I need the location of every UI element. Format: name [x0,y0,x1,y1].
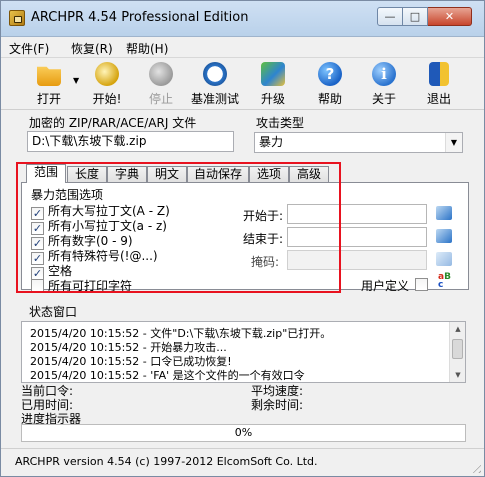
open-label: 打开 [36,92,61,106]
digits-label: 所有数字(0 - 9) [48,234,133,248]
app-lock-icon [9,10,25,26]
start-button[interactable]: 开始! [77,60,137,108]
space-label: 空格 [48,264,73,278]
upgrade-button[interactable]: 升级 [243,60,303,108]
version-text: ARCHPR version 4.54 (c) 1997-2012 ElcomS… [15,455,318,468]
option-uppercase[interactable]: ✓ 所有大写拉丁文(A - Z) [31,202,170,220]
exit-button[interactable]: 退出 [409,60,469,108]
log-line: 2015/4/20 10:15:52 - 'FA' 是这个文件的一个有效口令 [30,369,305,382]
exit-label: 退出 [426,92,451,106]
stopwatch-icon [203,62,227,86]
remaining-time-label: 剩余时间: [251,398,304,412]
end-at-picker-icon[interactable] [436,229,452,243]
resize-grip-icon[interactable] [469,461,481,473]
about-button[interactable]: i 关于 [354,60,414,108]
status-window-title: 状态窗口 [29,305,78,319]
app-window: ARCHPR 4.54 Professional Edition — □ ✕ 文… [0,0,485,477]
start-from-label: 开始于: [243,209,284,223]
attack-type-label: 攻击类型 [256,116,305,130]
close-button[interactable]: ✕ [428,7,472,26]
end-at-label: 结束于: [243,232,284,246]
chevron-down-icon: ▼ [445,133,462,152]
progress-bar: 0% [21,424,466,442]
uppercase-label: 所有大写拉丁文(A - Z) [48,204,170,218]
help-label: 帮助 [317,92,342,106]
stop-button[interactable]: 停止 [131,60,191,108]
mask-label: 掩码: [251,255,280,269]
start-from-picker-icon[interactable] [436,206,452,220]
menu-help[interactable]: 帮助(H) [126,40,168,57]
log-scrollbar[interactable]: ▲ ▼ [449,322,465,382]
status-log[interactable]: 2015/4/20 10:15:52 - 文件"D:\下载\东坡下载.zip"已… [21,321,466,383]
tab-advanced[interactable]: 高级 [289,166,329,183]
tab-range[interactable]: 范围 [26,164,66,183]
mask-picker-icon[interactable] [436,252,452,266]
menu-file[interactable]: 文件(F) [9,40,49,57]
tab-dictionary[interactable]: 字典 [107,166,147,183]
exit-door-icon [429,62,449,86]
tab-options[interactable]: 选项 [249,166,289,183]
option-printable[interactable]: 所有可打印字符 [31,277,133,293]
benchmark-button[interactable]: 基准测试 [185,60,245,108]
minimize-button[interactable]: — [377,7,403,26]
user-defined-label: 用户定义 [361,279,410,293]
special-label: 所有特殊符号(!@...) [48,249,158,263]
attack-type-value: 暴力 [259,135,284,149]
printable-label: 所有可打印字符 [48,279,133,293]
end-at-input[interactable] [287,227,427,247]
stop-label: 停止 [148,92,173,106]
option-lowercase[interactable]: ✓ 所有小写拉丁文(a - z) [31,217,167,235]
attack-type-select[interactable]: 暴力 ▼ [254,132,463,153]
option-special[interactable]: ✓ 所有特殊符号(!@...) [31,247,158,265]
scroll-thumb[interactable] [452,339,463,359]
start-label: 开始! [92,92,122,106]
scroll-down-icon[interactable]: ▼ [450,368,465,382]
user-defined-checkbox[interactable] [415,278,428,291]
tab-length[interactable]: 长度 [67,166,107,183]
status-bar: ARCHPR version 4.54 (c) 1997-2012 ElcomS… [1,448,484,476]
lowercase-label: 所有小写拉丁文(a - z) [48,219,167,233]
option-digits[interactable]: ✓ 所有数字(0 - 9) [31,232,133,250]
progress-text: 0% [234,426,253,439]
encrypted-file-input[interactable]: D:\下载\东坡下载.zip [27,131,234,152]
help-button[interactable]: ? 帮助 [300,60,360,108]
benchmark-label: 基准测试 [190,92,239,106]
encrypted-file-label: 加密的 ZIP/RAR/ACE/ARJ 文件 [29,116,197,130]
option-space[interactable]: ✓ 空格 [31,262,73,280]
info-icon: i [372,62,396,86]
folder-open-icon [37,66,61,86]
help-question-icon: ? [318,62,342,86]
maximize-button[interactable]: □ [403,7,428,26]
scroll-up-icon[interactable]: ▲ [450,322,465,336]
upgrade-icon [261,62,285,86]
printable-checkbox[interactable] [31,279,44,292]
key-start-icon [95,62,119,86]
window-title: ARCHPR 4.54 Professional Edition [31,10,249,25]
upgrade-label: 升级 [260,92,285,106]
menu-bar: 文件(F) 恢复(R) 帮助(H) [1,37,484,58]
menu-recovery[interactable]: 恢复(R) [71,40,113,57]
toolbar: 打开 ▼ 开始! 停止 基准测试 升级 ? 帮助 i 关于 退出 [1,58,484,110]
about-label: 关于 [371,92,396,106]
start-from-input[interactable] [287,204,427,224]
tab-autosave[interactable]: 自动保存 [187,166,249,183]
open-button[interactable]: 打开 [19,60,79,108]
title-bar[interactable]: ARCHPR 4.54 Professional Edition — □ ✕ [1,1,484,37]
tab-plaintext[interactable]: 明文 [147,166,187,183]
mask-input[interactable] [287,250,427,270]
range-group-title: 暴力范围选项 [31,188,104,202]
charset-abc-icon[interactable]: aB c [438,273,456,291]
key-stop-icon [149,62,173,86]
